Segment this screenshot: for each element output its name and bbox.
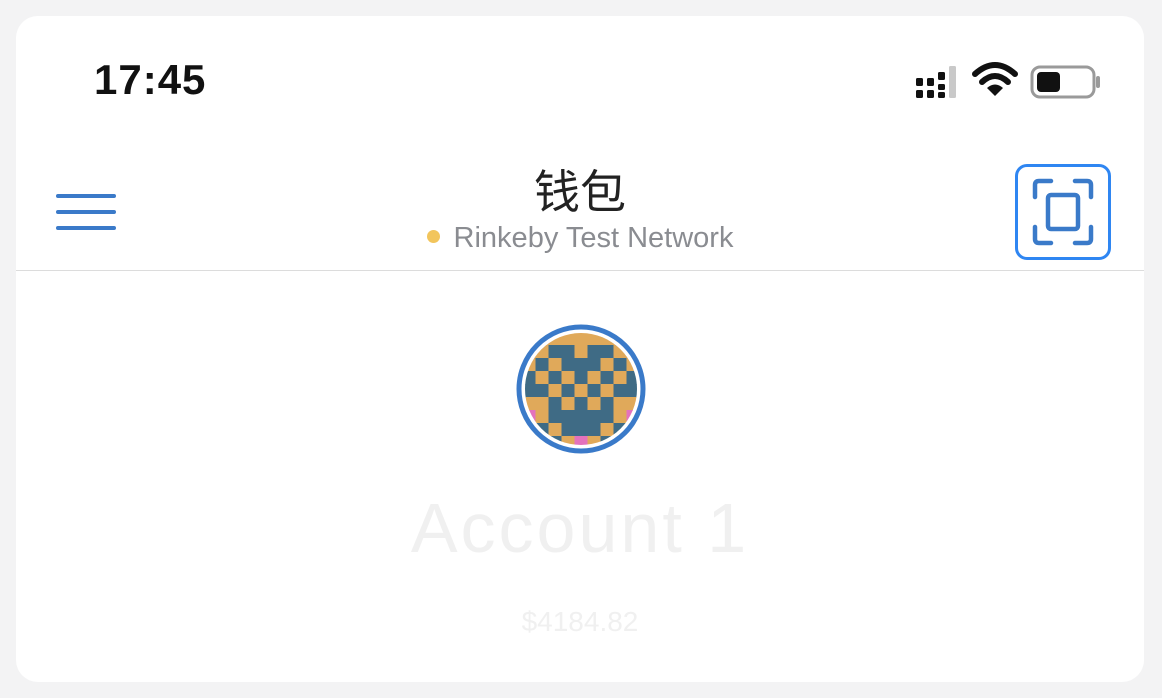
status-icons	[916, 60, 1106, 104]
status-time: 17:45	[94, 56, 207, 103]
wallet-screen: 17:45 钱包 Rinkeby Test Network Account 1 …	[16, 16, 1144, 682]
network-name: Rinkeby Test Network	[453, 222, 734, 254]
page-title: 钱包	[534, 165, 626, 219]
wifi-icon	[972, 62, 1018, 96]
qr-scan-button[interactable]	[1015, 164, 1111, 260]
account-name[interactable]: Account 1	[16, 488, 1144, 568]
battery-icon	[1030, 65, 1100, 99]
header-divider	[16, 270, 1144, 271]
network-indicator[interactable]: Rinkeby Test Network	[16, 222, 1144, 255]
network-status-dot	[426, 229, 440, 243]
account-balance: $4184.82	[521, 606, 639, 637]
account-avatar[interactable]	[516, 324, 646, 454]
cellular-signal-icon	[916, 66, 956, 98]
qr-scan-icon	[1032, 178, 1094, 246]
